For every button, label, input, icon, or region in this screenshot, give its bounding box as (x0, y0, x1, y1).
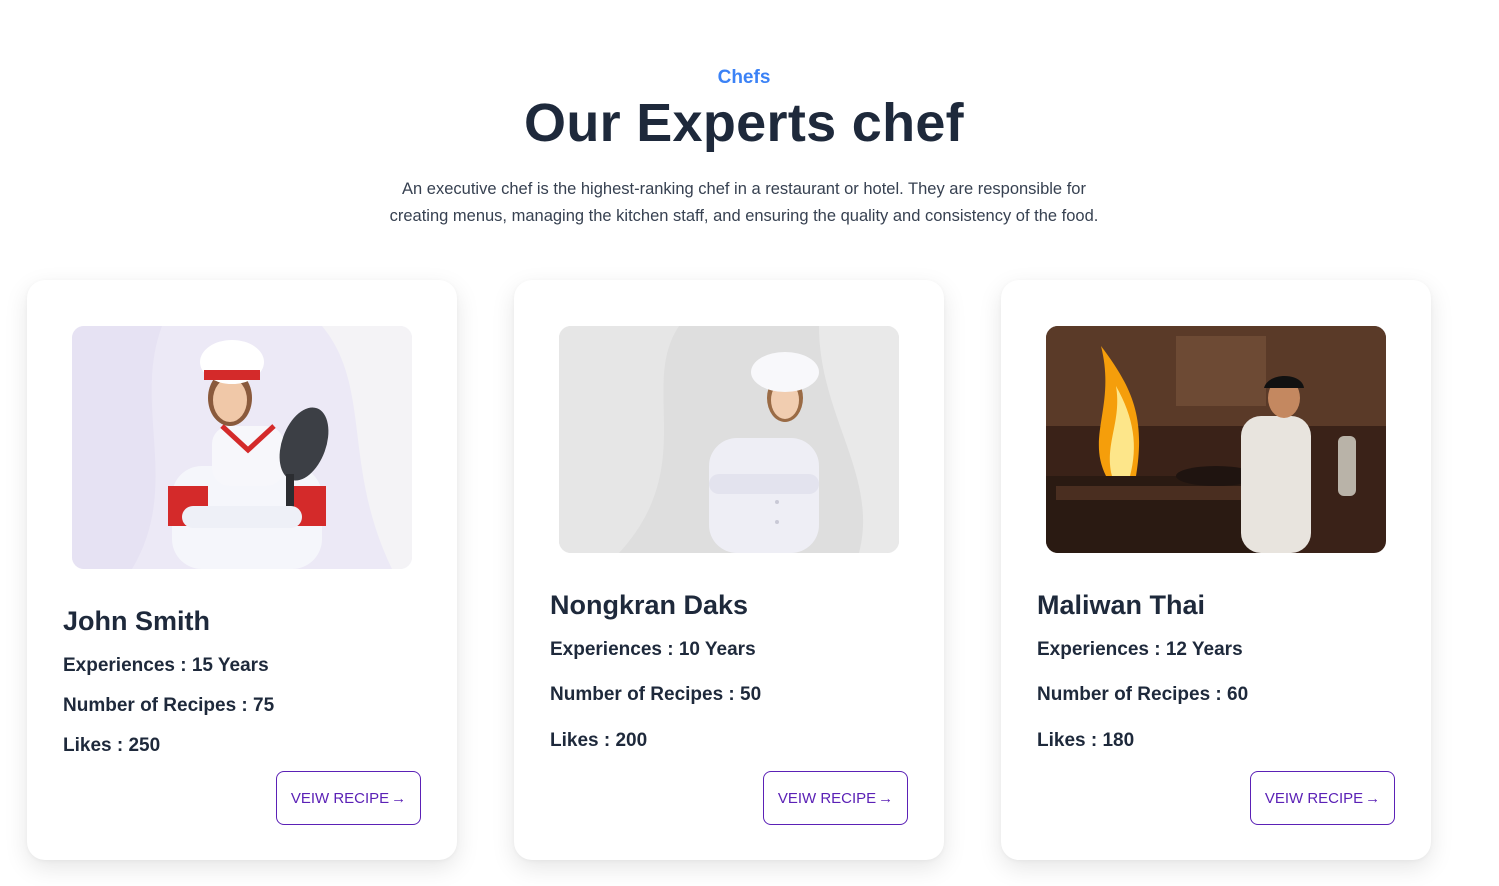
chef-experience: Experiences : 12 Years (1037, 639, 1243, 660)
view-recipe-label: VEIW RECIPE (777, 789, 877, 807)
view-recipe-button[interactable]: VEIW RECIPE → (763, 771, 908, 825)
chef-likes: Likes : 200 (550, 730, 648, 751)
chef-recipes: Number of Recipes : 75 (63, 695, 275, 716)
chef-photo (1046, 326, 1386, 553)
section-description: An executive chef is the highest-ranking… (389, 180, 1099, 225)
chef-experience: Experiences : 10 Years (550, 639, 756, 660)
view-recipe-button[interactable]: VEIW RECIPE → (1250, 771, 1395, 825)
chef-likes: Likes : 180 (1037, 730, 1135, 751)
arrow-right-icon: → (1365, 789, 1381, 807)
section-title: Our Experts chef (524, 93, 964, 153)
arrow-right-icon: → (391, 789, 407, 807)
arrow-right-icon: → (878, 789, 894, 807)
chef-recipes: Number of Recipes : 50 (550, 684, 762, 705)
chef-name: Maliwan Thai (1037, 590, 1206, 620)
chef-photo (559, 326, 899, 553)
chef-photo (72, 326, 412, 569)
chef-name: Nongkran Daks (550, 590, 749, 620)
chef-recipes: Number of Recipes : 60 (1037, 684, 1249, 705)
chef-name: John Smith (63, 606, 210, 636)
chef-experience: Experiences : 15 Years (63, 655, 269, 676)
chef-card: Maliwan Thai Experiences : 12 Years Numb… (1001, 280, 1431, 860)
view-recipe-label: VEIW RECIPE (290, 789, 390, 807)
view-recipe-button[interactable]: VEIW RECIPE → (276, 771, 421, 825)
view-recipe-label: VEIW RECIPE (1264, 789, 1364, 807)
chef-likes: Likes : 250 (63, 735, 161, 756)
section-eyebrow: Chefs (717, 67, 771, 88)
chef-card: John Smith Experiences : 15 Years Number… (27, 280, 457, 860)
chef-card: Nongkran Daks Experiences : 10 Years Num… (514, 280, 944, 860)
